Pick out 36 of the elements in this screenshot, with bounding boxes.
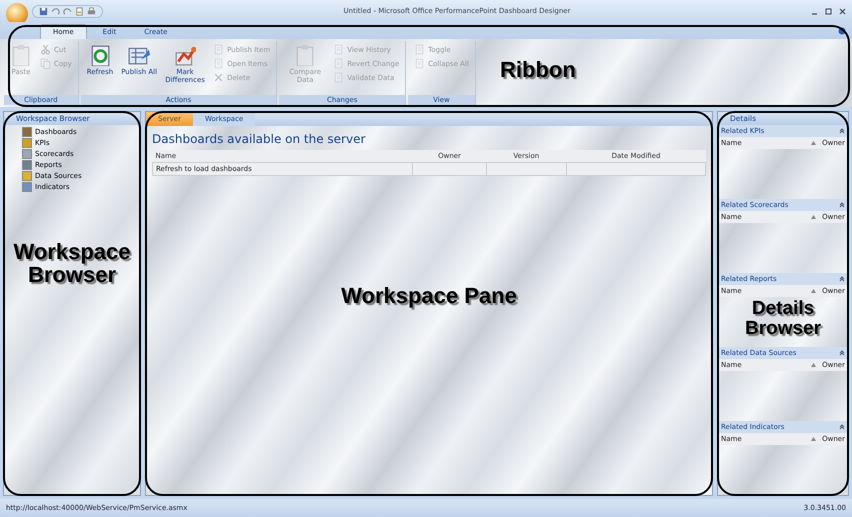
document-icon[interactable] bbox=[75, 6, 84, 16]
pane-heading: Dashboards available on the server bbox=[151, 131, 366, 148]
scissors-icon bbox=[40, 44, 51, 55]
document-icon bbox=[333, 72, 344, 83]
callout-label: Details Browser bbox=[744, 299, 822, 339]
callout-label: Workspace Browser bbox=[12, 240, 132, 286]
document-icon bbox=[414, 44, 426, 55]
printer-icon[interactable] bbox=[87, 6, 96, 16]
sort-icon[interactable] bbox=[811, 141, 816, 145]
document-icon bbox=[333, 44, 344, 55]
save-icon[interactable] bbox=[39, 6, 48, 16]
undo-icon[interactable] bbox=[51, 6, 60, 16]
collapse-icon[interactable] bbox=[839, 424, 845, 430]
document-icon bbox=[213, 58, 224, 69]
callout-label: Ribbon bbox=[500, 58, 576, 82]
maximize-icon[interactable] bbox=[825, 8, 832, 14]
close-icon[interactable] bbox=[839, 8, 846, 14]
collapse-icon[interactable] bbox=[839, 128, 845, 134]
document-icon bbox=[333, 58, 344, 69]
document-icon bbox=[414, 58, 426, 69]
chart-icon bbox=[174, 44, 196, 66]
redo-icon[interactable] bbox=[63, 6, 72, 16]
sort-icon[interactable] bbox=[811, 215, 816, 219]
collapse-icon[interactable] bbox=[839, 276, 845, 282]
collapse-icon[interactable] bbox=[839, 350, 845, 356]
sort-icon[interactable] bbox=[811, 437, 816, 441]
collapse-icon[interactable] bbox=[839, 202, 845, 208]
help-icon[interactable] bbox=[838, 27, 846, 35]
close-icon bbox=[213, 72, 224, 83]
document-icon bbox=[213, 44, 224, 55]
callout-label: Workspace Pane bbox=[340, 284, 518, 308]
copy-icon bbox=[40, 58, 51, 69]
clipboard-icon bbox=[294, 44, 316, 66]
sort-icon[interactable] bbox=[811, 363, 816, 367]
sort-icon[interactable] bbox=[811, 289, 816, 293]
clipboard-icon bbox=[10, 44, 32, 66]
